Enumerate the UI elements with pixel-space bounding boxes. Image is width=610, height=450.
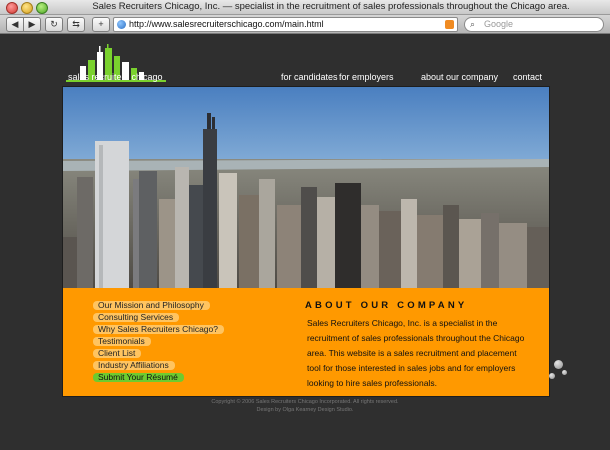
content-panel: Our Mission and Philosophy Consulting Se… bbox=[62, 288, 550, 397]
footer-copyright: Copyright © 2006 Sales Recruiters Chicag… bbox=[211, 399, 399, 405]
about-text: Sales Recruiters Chicago, Inc. is a spec… bbox=[307, 318, 525, 388]
footer-credit[interactable]: Design by Olga Kearney Design Studio. bbox=[0, 407, 610, 413]
nav-for-candidates[interactable]: for candidates bbox=[281, 72, 338, 82]
back-arrow-icon: ◀ bbox=[11, 19, 19, 29]
browser-toolbar: ◀ ▶ ↻ ⇆ + http://www.salesrecruiterschic… bbox=[0, 15, 610, 34]
nav-about-our-company[interactable]: about our company bbox=[421, 72, 498, 82]
menu-submit-resume[interactable]: Submit Your Résumé bbox=[93, 373, 184, 382]
menu-our-mission[interactable]: Our Mission and Philosophy bbox=[93, 301, 210, 310]
nav-for-employers[interactable]: for employers bbox=[339, 72, 394, 82]
search-placeholder: Google bbox=[484, 19, 514, 29]
url-text[interactable]: http://www.salesrecruiterschicago.com/ma… bbox=[129, 18, 324, 31]
reload-icon: ↻ bbox=[50, 19, 58, 29]
decorative-bubble-icon bbox=[562, 370, 567, 375]
decorative-bubble-icon bbox=[554, 360, 563, 369]
decorative-bubble-icon bbox=[549, 373, 555, 379]
snapback-button[interactable]: ⇆ bbox=[67, 17, 85, 32]
close-window-button[interactable] bbox=[6, 2, 18, 14]
globe-icon bbox=[117, 20, 126, 29]
plus-icon: + bbox=[98, 19, 104, 29]
title-bar: Sales Recruiters Chicago, Inc. — special… bbox=[0, 0, 610, 15]
snapback-icon: ⇆ bbox=[72, 19, 80, 29]
search-icon[interactable]: ⌕ bbox=[470, 19, 475, 30]
site-logo-text[interactable]: sales recruiters chicago bbox=[68, 72, 163, 82]
chicago-skyline-photo bbox=[62, 86, 550, 290]
forward-button[interactable]: ▶ bbox=[23, 17, 41, 32]
window-title: Sales Recruiters Chicago, Inc. — special… bbox=[92, 1, 570, 12]
menu-consulting-services[interactable]: Consulting Services bbox=[93, 313, 180, 322]
zoom-window-button[interactable] bbox=[36, 2, 48, 14]
add-bookmark-button[interactable]: + bbox=[92, 17, 110, 32]
menu-client-list[interactable]: Client List bbox=[93, 349, 142, 358]
web-page: sales recruiters chicago for candidates … bbox=[0, 34, 610, 450]
forward-arrow-icon: ▶ bbox=[28, 19, 36, 29]
minimize-window-button[interactable] bbox=[21, 2, 33, 14]
rss-icon[interactable] bbox=[445, 20, 454, 29]
reload-button[interactable]: ↻ bbox=[45, 17, 63, 32]
address-bar[interactable]: http://www.salesrecruiterschicago.com/ma… bbox=[113, 17, 458, 32]
menu-why-sales-recruiters[interactable]: Why Sales Recruiters Chicago? bbox=[93, 325, 224, 334]
nav-contact[interactable]: contact bbox=[513, 72, 542, 82]
menu-industry-affiliations[interactable]: Industry Affiliations bbox=[93, 361, 175, 370]
back-button[interactable]: ◀ bbox=[6, 17, 24, 32]
menu-testimonials[interactable]: Testimonials bbox=[93, 337, 151, 346]
search-field[interactable]: ⌕ Google bbox=[464, 17, 604, 32]
browser-window: Sales Recruiters Chicago, Inc. — special… bbox=[0, 0, 610, 450]
about-heading: ABOUT OUR COMPANY bbox=[305, 300, 468, 311]
